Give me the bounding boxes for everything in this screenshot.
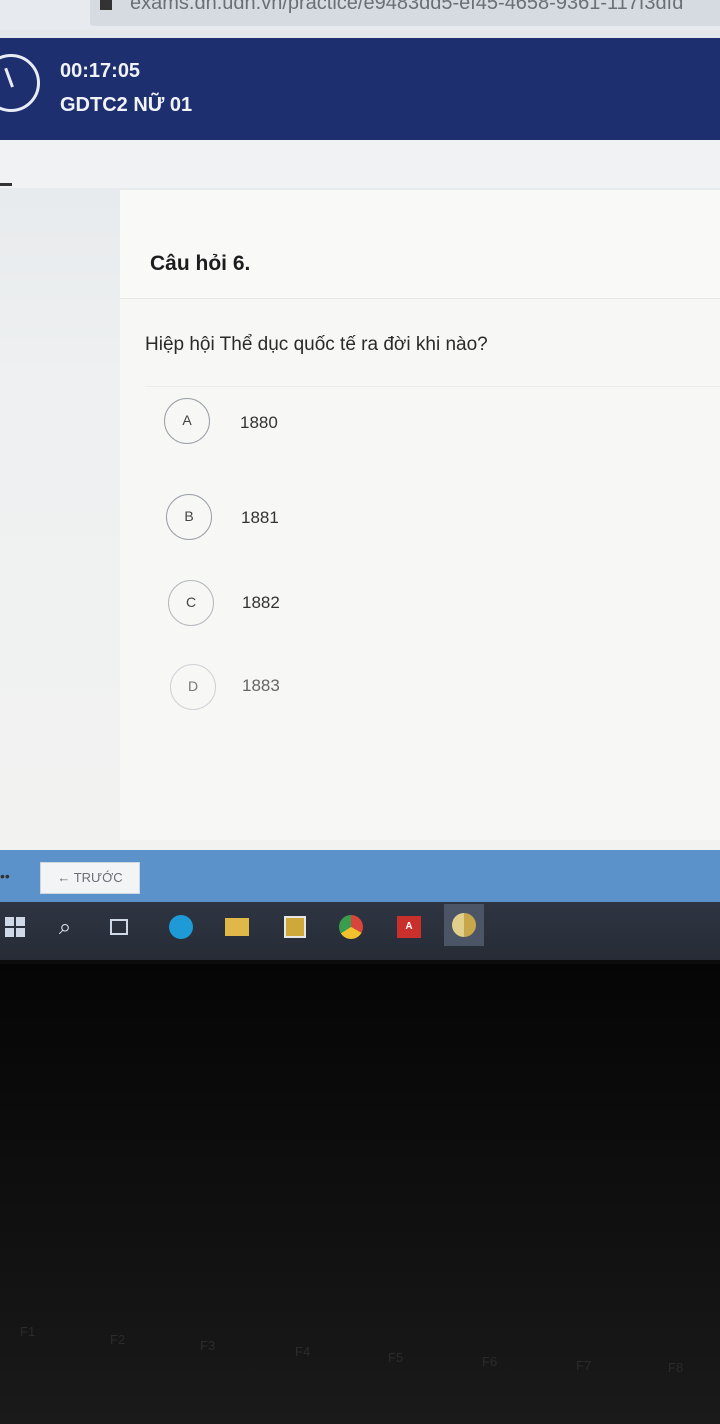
option-letter[interactable]: B xyxy=(166,494,212,540)
clock-icon xyxy=(0,54,40,112)
f4-key: F4 xyxy=(295,1344,311,1359)
url-text[interactable]: exams.dh.udn.vn/practice/e9483dd5-ef45-4… xyxy=(130,0,683,15)
option-letter[interactable]: C xyxy=(168,580,214,626)
f7-key: F7 xyxy=(576,1358,592,1373)
header-strip xyxy=(0,140,720,188)
search-icon[interactable]: ⌕ xyxy=(50,912,80,942)
file-explorer-icon[interactable] xyxy=(222,912,252,942)
option-value[interactable]: 1880 xyxy=(240,413,278,433)
option-d[interactable]: D 1883 xyxy=(120,664,420,720)
browser-screen: exams.dh.udn.vn/practice/e9483dd5-ef45-4… xyxy=(0,0,720,960)
f8-key: F8 xyxy=(668,1360,684,1375)
f2-key: F2 xyxy=(110,1332,126,1347)
exam-header: 00:17:05 GDTC2 NỮ 01 xyxy=(0,38,720,140)
laptop-keyboard: F1 F2 F3 F4 F5 F6 F7 F8 xyxy=(0,964,720,1424)
previous-button[interactable]: ← TRƯỚC xyxy=(40,862,140,894)
f6-key: F6 xyxy=(482,1354,498,1369)
course-name: GDTC2 NỮ 01 xyxy=(60,94,193,116)
question-text: Hiệp hội Thể dục quốc tế ra đời khi nào? xyxy=(145,334,488,355)
question-number: Câu hỏi 6. xyxy=(150,252,251,275)
option-value[interactable]: 1883 xyxy=(242,676,280,696)
option-value[interactable]: 1881 xyxy=(241,508,279,528)
f3-key: F3 xyxy=(200,1338,216,1353)
task-view-icon[interactable] xyxy=(104,912,134,942)
option-letter[interactable]: A xyxy=(164,398,210,444)
option-c[interactable]: C 1882 xyxy=(120,580,420,636)
question-card-header: Câu hỏi 6. xyxy=(120,190,720,299)
option-value[interactable]: 1882 xyxy=(242,593,280,613)
f5-key: F5 xyxy=(388,1350,404,1365)
acrobat-icon[interactable]: A xyxy=(394,912,424,942)
windows-start-icon[interactable] xyxy=(0,912,30,942)
address-bar[interactable]: exams.dh.udn.vn/practice/e9483dd5-ef45-4… xyxy=(0,0,720,30)
windows-taskbar: ⌕ A xyxy=(0,902,720,960)
chrome-icon[interactable] xyxy=(336,912,366,942)
menu-edge xyxy=(0,183,12,186)
edge-icon[interactable] xyxy=(166,912,196,942)
chrome-active-icon[interactable] xyxy=(444,904,484,946)
page-icon xyxy=(100,0,112,10)
more-dots: •• xyxy=(0,868,10,884)
option-b[interactable]: B 1881 xyxy=(120,494,420,550)
question-card: Câu hỏi 6. Hiệp hội Thể dục quốc tế ra đ… xyxy=(120,190,720,840)
store-icon[interactable] xyxy=(280,912,310,942)
exam-timer: 00:17:05 xyxy=(60,60,141,82)
divider xyxy=(145,386,720,387)
option-a[interactable]: A 1880 xyxy=(120,398,420,454)
option-letter[interactable]: D xyxy=(170,664,216,710)
f1-key: F1 xyxy=(20,1324,36,1339)
